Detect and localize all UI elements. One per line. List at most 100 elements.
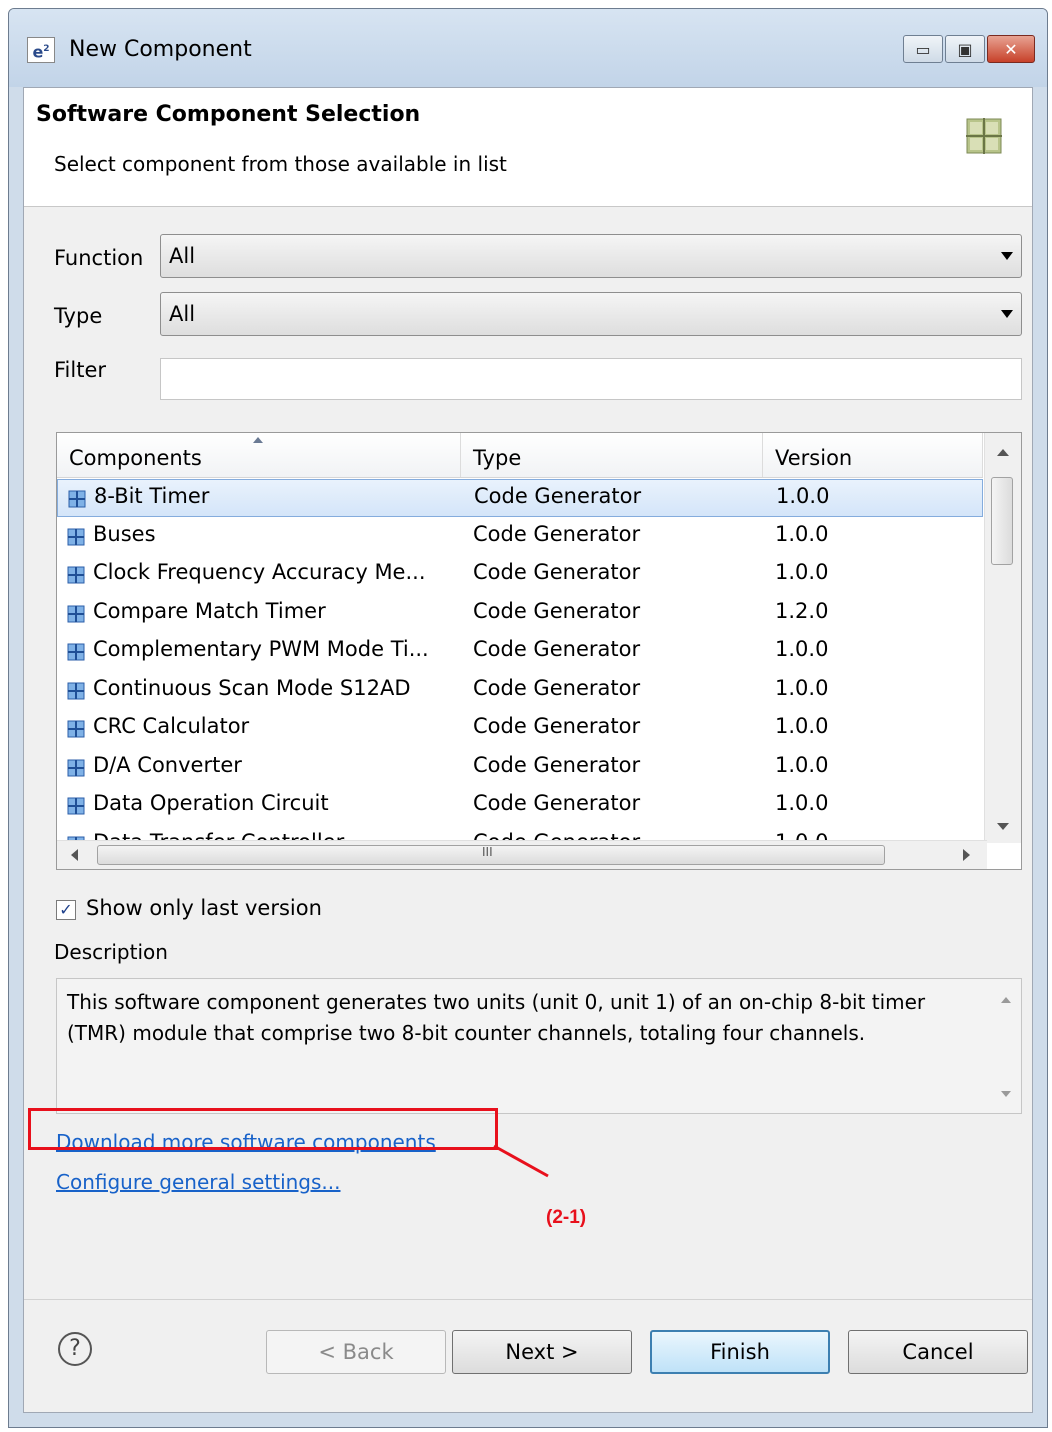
column-header-version[interactable]: Version [763, 433, 983, 477]
table-row[interactable]: CRC Calculator Code Generator 1.0.0 [57, 710, 983, 748]
horizontal-scrollbar[interactable]: III [57, 840, 987, 869]
vertical-scroll-thumb[interactable] [991, 477, 1013, 565]
button-bar: ? < Back Next > Finish Cancel [24, 1299, 1032, 1412]
filter-label: Filter [54, 358, 107, 382]
help-icon[interactable]: ? [58, 1332, 92, 1366]
checkmark-icon: ✓ [59, 900, 73, 919]
annotation-label: (2-1) [546, 1207, 587, 1228]
cancel-button[interactable]: Cancel [848, 1330, 1028, 1374]
minimize-icon: ▭ [915, 39, 931, 59]
dialog-client-area: Software Component Selection Select comp… [23, 87, 1033, 1413]
function-select-value: All [169, 244, 196, 268]
horizontal-scroll-thumb[interactable]: III [97, 845, 885, 865]
component-name: Buses [93, 521, 156, 546]
column-header-components[interactable]: Components [57, 433, 461, 477]
component-version: 1.0.0 [775, 521, 829, 546]
scroll-left-icon[interactable] [71, 849, 78, 861]
finish-button[interactable]: Finish [650, 1330, 830, 1374]
configure-settings-link[interactable]: Configure general settings... [56, 1170, 341, 1194]
scroll-down-icon[interactable] [1001, 1091, 1011, 1097]
maximize-button[interactable]: ▣ [945, 35, 985, 63]
title-bar: e2 New Component ▭ ▣ ✕ [9, 9, 1047, 87]
table-row[interactable]: Buses Code Generator 1.0.0 [57, 518, 983, 556]
scroll-grip: III [482, 845, 493, 859]
scroll-right-icon[interactable] [963, 849, 970, 861]
filter-input[interactable] [160, 358, 1022, 400]
component-name: Complementary PWM Mode Ti... [93, 637, 429, 661]
component-version: 1.0.0 [775, 752, 829, 777]
description-text: This software component generates two un… [67, 990, 926, 1045]
maximize-icon: ▣ [957, 39, 973, 59]
description-box: This software component generates two un… [56, 978, 1022, 1114]
window-title: New Component [69, 37, 252, 62]
component-version: 1.0.0 [775, 714, 829, 738]
component-type: Code Generator [473, 637, 641, 661]
function-label: Function [54, 246, 144, 270]
component-name: D/A Converter [93, 752, 242, 777]
table-row[interactable]: Clock Frequency Accuracy Me... Code Gener… [57, 556, 983, 594]
back-button[interactable]: < Back [266, 1330, 446, 1374]
description-label: Description [54, 940, 168, 964]
next-button[interactable]: Next > [452, 1330, 632, 1374]
component-name: CRC Calculator [93, 714, 250, 738]
component-icon [67, 797, 85, 815]
wizard-header: Software Component Selection Select comp… [24, 88, 1032, 207]
component-type: Code Generator [473, 598, 641, 623]
component-type: Code Generator [473, 675, 641, 700]
table-row[interactable]: Compare Match Timer Code Generator 1.2.0 [57, 595, 983, 633]
component-type: Code Generator [474, 484, 642, 508]
column-header-type[interactable]: Type [461, 433, 763, 477]
dialog-window: e2 New Component ▭ ▣ ✕ Software Componen… [8, 8, 1048, 1428]
scroll-down-icon[interactable] [997, 823, 1009, 830]
table-row[interactable]: Data Operation Circuit Code Generator 1.0.… [57, 787, 983, 825]
component-name: Data Operation Circuit [93, 791, 329, 815]
chevron-down-icon [1001, 252, 1013, 260]
component-version: 1.0.0 [775, 560, 829, 584]
table-row[interactable]: D/A Converter Code Generator 1.0.0 [57, 749, 983, 787]
page-title: Software Component Selection [36, 102, 421, 127]
component-version: 1.0.0 [775, 637, 829, 661]
show-last-version-label[interactable]: Show only last version [86, 896, 322, 920]
component-type: Code Generator [473, 714, 641, 738]
component-icon [67, 566, 85, 584]
type-label: Type [54, 304, 103, 328]
scroll-up-icon[interactable] [1001, 997, 1011, 1003]
download-components-link[interactable]: Download more software components [56, 1130, 436, 1154]
table-header: Components Type Version [57, 433, 983, 478]
component-type: Code Generator [473, 752, 641, 777]
table-row[interactable]: 8-Bit Timer Code Generator 1.0.0 [57, 479, 983, 517]
component-version: 1.0.0 [776, 484, 830, 508]
show-last-version-checkbox[interactable]: ✓ [56, 900, 76, 920]
type-select[interactable]: All [160, 292, 1022, 336]
vertical-scrollbar[interactable] [984, 433, 1021, 843]
component-name: 8-Bit Timer [94, 484, 210, 508]
scroll-up-icon[interactable] [997, 449, 1009, 456]
component-icon [67, 528, 85, 545]
component-icon [67, 720, 85, 738]
function-select[interactable]: All [160, 234, 1022, 278]
table-body: 8-Bit Timer Code Generator 1.0.0 Buses Code … [57, 477, 983, 843]
component-name: Continuous Scan Mode S12AD [93, 675, 411, 700]
table-row[interactable]: Continuous Scan Mode S12AD Code Generator… [57, 672, 983, 710]
table-row[interactable]: Complementary PWM Mode Ti... Code Generat… [57, 633, 983, 671]
component-grid-icon [966, 118, 1002, 154]
chevron-down-icon [1001, 310, 1013, 318]
component-type: Code Generator [473, 560, 641, 584]
components-table: Components Type Version 8-Bit Timer Code … [56, 432, 1022, 870]
component-icon [67, 605, 85, 622]
minimize-button[interactable]: ▭ [903, 35, 943, 63]
component-name: Compare Match Timer [93, 598, 326, 623]
component-version: 1.0.0 [775, 675, 829, 700]
component-name: Clock Frequency Accuracy Me... [93, 560, 426, 584]
e2-studio-icon: e2 [27, 37, 55, 63]
type-select-value: All [169, 302, 196, 326]
component-icon [68, 490, 86, 508]
close-icon: ✕ [1004, 39, 1018, 59]
component-version: 1.2.0 [775, 598, 829, 623]
page-subtitle: Select component from those available in… [54, 152, 507, 176]
component-type: Code Generator [473, 791, 641, 815]
component-icon [67, 759, 85, 776]
annotation-pointer-line [493, 1144, 549, 1178]
component-icon [67, 682, 85, 699]
close-button[interactable]: ✕ [987, 35, 1035, 63]
